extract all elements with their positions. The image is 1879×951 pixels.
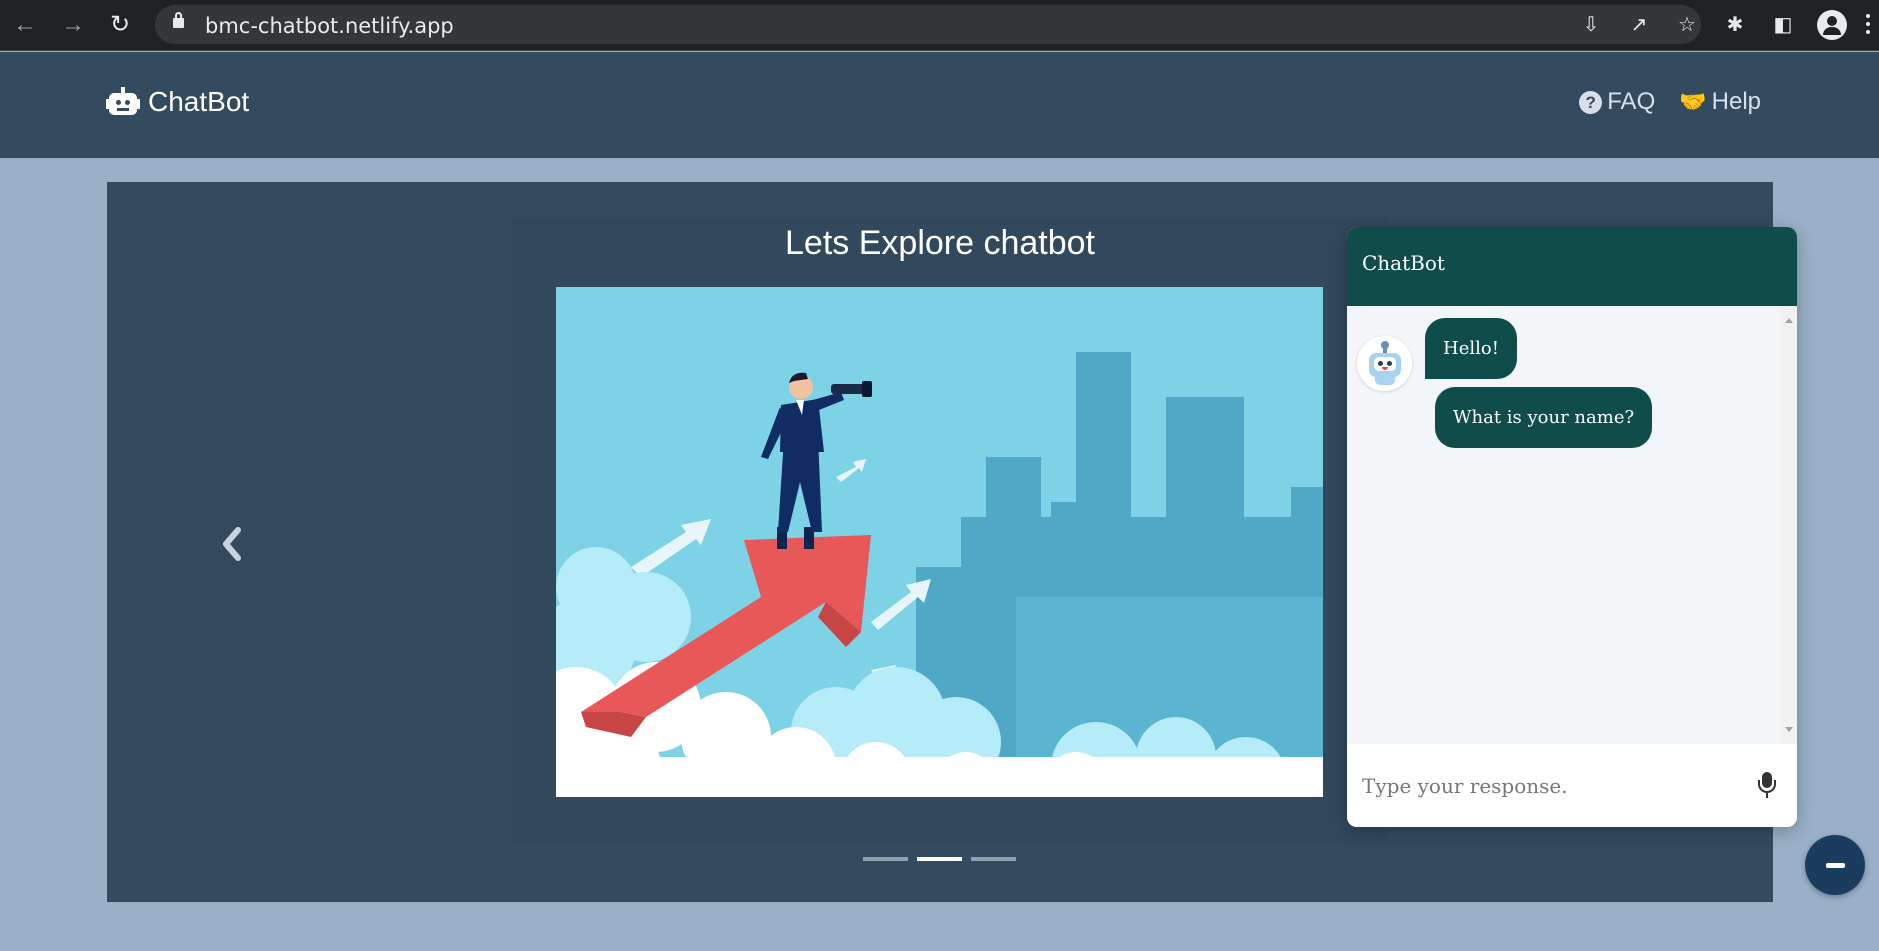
chat-title: ChatBot — [1362, 251, 1445, 275]
chat-input-bar — [1347, 744, 1797, 827]
carousel-indicator-active[interactable] — [917, 857, 962, 861]
install-icon[interactable]: ⇩ — [1578, 12, 1604, 38]
help-label: Help — [1711, 88, 1761, 115]
faq-label: FAQ — [1607, 88, 1656, 115]
faq-link[interactable]: ? FAQ — [1579, 88, 1655, 116]
microphone-icon[interactable] — [1756, 772, 1778, 800]
share-icon[interactable]: ↗ — [1626, 12, 1652, 38]
bot-avatar-icon — [1357, 336, 1412, 391]
chat-response-input[interactable] — [1362, 769, 1742, 803]
minus-icon — [1826, 863, 1845, 868]
back-arrow-icon[interactable]: ← — [10, 10, 40, 40]
carousel-indicator[interactable] — [863, 857, 908, 861]
lock-icon — [173, 12, 184, 28]
question-circle-icon: ? — [1579, 90, 1603, 114]
bot-message: Hello! — [1425, 318, 1517, 379]
scroll-down-arrow-icon[interactable] — [1785, 727, 1793, 732]
bookmark-star-icon[interactable]: ☆ — [1674, 12, 1700, 38]
scroll-up-arrow-icon[interactable] — [1785, 318, 1793, 323]
carousel-indicators — [863, 857, 1016, 861]
chat-messages: Hello! What is your name? — [1347, 306, 1797, 744]
carousel-indicator[interactable] — [971, 857, 1016, 861]
side-panel-icon[interactable]: ◧ — [1768, 10, 1798, 40]
carousel-prev-chevron-icon[interactable] — [218, 524, 248, 564]
extensions-puzzle-icon[interactable]: ✱ — [1720, 10, 1750, 40]
chat-header: ChatBot — [1347, 227, 1797, 306]
bot-message: What is your name? — [1435, 387, 1653, 448]
browser-toolbar: ← → ↻ bmc-chatbot.netlify.app ⇩ ↗ ☆ ✱ ◧ — [0, 0, 1879, 51]
more-menu-icon[interactable] — [1866, 14, 1870, 36]
forward-arrow-icon[interactable]: → — [58, 10, 88, 40]
reload-icon[interactable]: ↻ — [105, 10, 135, 40]
app-navbar: ChatBot ? FAQ 🤝 Help — [0, 52, 1879, 158]
chat-minimize-button[interactable] — [1805, 835, 1865, 895]
address-bar[interactable]: bmc-chatbot.netlify.app ⇩ ↗ ☆ — [155, 5, 1701, 44]
chat-scrollbar[interactable] — [1780, 306, 1797, 744]
robot-icon — [106, 87, 140, 117]
nav-links: ? FAQ 🤝 Help — [1579, 88, 1761, 116]
help-link[interactable]: 🤝 Help — [1679, 88, 1761, 116]
slide-image-business-growth — [556, 287, 1323, 797]
chat-widget: ChatBot Hello! What is your name? — [1347, 227, 1797, 827]
profile-avatar-icon[interactable] — [1817, 10, 1847, 40]
brand-name: ChatBot — [148, 86, 250, 117]
brand-link[interactable]: ChatBot — [106, 86, 249, 118]
handshake-icon: 🤝 — [1679, 89, 1707, 114]
url-text: bmc-chatbot.netlify.app — [205, 14, 454, 38]
